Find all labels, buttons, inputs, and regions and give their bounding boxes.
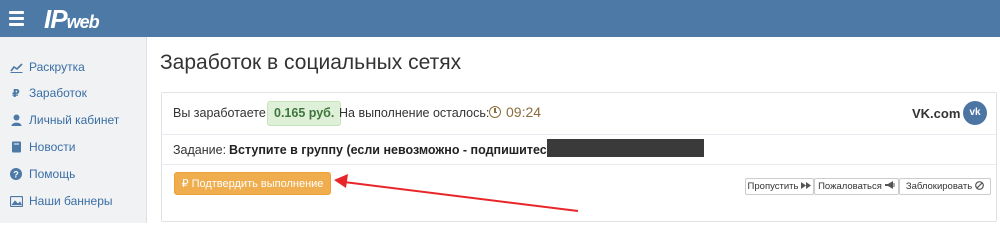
logo-main: IP [44, 4, 68, 34]
sidebar-item-label: Новости [29, 140, 76, 154]
redacted-link[interactable] [547, 139, 704, 157]
task-card: Вы заработаете: 0.165 руб. На выполнение… [161, 92, 997, 222]
task-description-row: Задание: Вступите в группу (если невозмо… [162, 135, 996, 165]
sidebar: Раскрутка ₽ Заработок Личный кабинет Нов… [0, 37, 147, 223]
ruble-icon: ₽ [181, 178, 189, 190]
image-icon [9, 195, 23, 207]
site-logo[interactable]: IPweb [44, 2, 100, 39]
question-circle-icon: ? [9, 168, 23, 180]
main-content: Заработок в социальных сетях Вы заработа… [148, 37, 1000, 223]
line-chart-icon [9, 62, 23, 73]
user-icon [9, 114, 23, 126]
sidebar-item-banners[interactable]: Наши баннеры [0, 188, 147, 214]
sidebar-item-account[interactable]: Личный кабинет [0, 107, 147, 133]
sidebar-item-label: Заработок [29, 86, 87, 100]
sidebar-item-earnings[interactable]: ₽ Заработок [0, 80, 147, 106]
sidebar-item-label: Раскрутка [29, 60, 85, 74]
page-title: Заработок в социальных сетях [160, 51, 462, 74]
confirm-completion-button[interactable]: ₽ Подтвердить выполнение [174, 172, 331, 195]
clock-icon [489, 106, 501, 118]
skip-button-label: Пропустить [747, 181, 799, 192]
logo-suffix: web [66, 12, 100, 32]
network-label: VK.com [912, 106, 961, 121]
fast-forward-icon [801, 181, 812, 192]
report-button[interactable]: Пожаловаться [814, 178, 899, 195]
confirm-button-label: Подтвердить выполнение [191, 177, 324, 190]
report-button-label: Пожаловаться [818, 181, 882, 192]
sidebar-item-label: Наши баннеры [29, 194, 113, 208]
svg-text:?: ? [13, 170, 19, 180]
ban-icon [975, 180, 985, 193]
task-label: Задание: [173, 143, 227, 157]
sidebar-item-label: Личный кабинет [29, 113, 120, 127]
task-text: Вступите в группу (если невозможно - под… [229, 143, 559, 157]
menu-toggle-icon[interactable] [9, 11, 24, 26]
earn-label: Вы заработаете: [173, 106, 270, 120]
remaining-label: На выполнение осталось: [339, 106, 490, 120]
sidebar-item-news[interactable]: Новости [0, 134, 147, 160]
top-navbar: IPweb [0, 0, 1000, 37]
block-button[interactable]: Заблокировать [899, 178, 991, 195]
ruble-icon: ₽ [12, 87, 20, 100]
skip-button[interactable]: Пропустить [745, 178, 814, 195]
block-button-label: Заблокировать [905, 181, 973, 192]
countdown-timer: 09:24 [506, 104, 542, 120]
megaphone-icon [884, 181, 895, 192]
sidebar-item-promotion[interactable]: Раскрутка [0, 54, 147, 80]
earn-amount-badge: 0.165 руб. [267, 101, 342, 126]
vk-icon: vk [963, 101, 987, 125]
sidebar-item-label: Помощь [29, 167, 76, 181]
book-icon [9, 141, 23, 153]
sidebar-item-help[interactable]: ? Помощь [0, 161, 147, 187]
task-info-row: Вы заработаете: 0.165 руб. На выполнение… [162, 93, 996, 135]
